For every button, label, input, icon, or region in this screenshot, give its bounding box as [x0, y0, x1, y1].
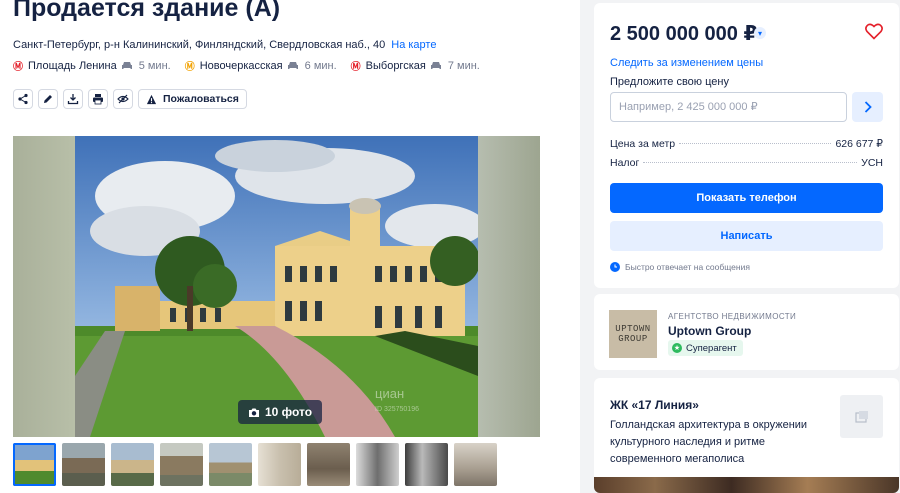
- download-icon: [67, 94, 79, 105]
- metro-time-text: 6 мин.: [304, 59, 337, 72]
- metro-time-text: 7 мин.: [447, 59, 480, 72]
- badge-label: Суперагент: [686, 342, 737, 354]
- dotted-leader: [643, 162, 858, 163]
- thumbnail[interactable]: [111, 443, 154, 486]
- agency-name[interactable]: Uptown Group: [668, 324, 751, 338]
- thumbnail[interactable]: [160, 443, 203, 486]
- complex-banner-image: [594, 477, 899, 493]
- row-value: 626 677 ₽: [835, 138, 883, 150]
- gallery-blur-right: [478, 136, 540, 437]
- thumbnail[interactable]: [307, 443, 350, 486]
- action-bar: Пожаловаться: [13, 89, 247, 109]
- agency-logo: UPTOWN GROUP: [609, 310, 657, 358]
- metro-time: 7 мин.: [430, 60, 480, 72]
- metro-icon: Ⓜ: [13, 62, 23, 73]
- thumbnail[interactable]: [258, 443, 301, 486]
- agency-logo-text: UPTOWN GROUP: [615, 324, 651, 344]
- address-text: Санкт-Петербург, р-н Калининский, Финлян…: [13, 39, 386, 51]
- heart-icon[interactable]: [865, 23, 883, 40]
- agency-type: АГЕНТСТВО НЕДВИЖИМОСТИ: [668, 312, 797, 321]
- photo-count-button[interactable]: 10 фото: [238, 400, 323, 424]
- printer-icon: [93, 94, 103, 105]
- offer-label: Предложите свою цену: [610, 76, 729, 88]
- metro-time: 5 мин.: [121, 60, 171, 72]
- address: Санкт-Петербург, р-н Калининский, Финлян…: [13, 39, 436, 51]
- complex-description: Голландская архитектура в окружении куль…: [610, 419, 808, 465]
- metro-time: 6 мин.: [287, 60, 337, 72]
- metro-name: Выборгская: [365, 59, 426, 72]
- warning-icon: [146, 94, 157, 104]
- thumbnail-strip: [13, 443, 503, 486]
- row-label: Цена за метр: [610, 138, 676, 150]
- superagent-badge: ★ Суперагент: [668, 340, 743, 356]
- tax-row: Налог УСН: [610, 157, 883, 169]
- fast-reply-note: Быстро отвечает на сообщения: [610, 262, 750, 272]
- watermark: циан: [375, 386, 404, 401]
- share-icon: [18, 93, 28, 105]
- metro-icon: Ⓜ: [184, 62, 195, 73]
- main-photo[interactable]: циан ID 325750196: [75, 136, 478, 437]
- show-phone-button[interactable]: Показать телефон: [610, 183, 883, 213]
- thumbnail[interactable]: [356, 443, 399, 486]
- complex-thumbnail[interactable]: [840, 395, 883, 438]
- download-button[interactable]: [63, 89, 83, 109]
- photo-gallery[interactable]: циан ID 325750196 10 фото: [13, 136, 540, 437]
- thumbnail[interactable]: [209, 443, 252, 486]
- price: 2 500 000 000 ₽: [610, 23, 758, 45]
- thumbnail[interactable]: [454, 443, 497, 486]
- price-history-chevron-icon[interactable]: ▾: [754, 27, 766, 39]
- gallery-blur-left: [13, 136, 75, 437]
- star-icon: ★: [672, 343, 682, 353]
- follow-price-link[interactable]: Следить за изменением цены: [610, 57, 763, 69]
- share-button[interactable]: [13, 89, 33, 109]
- camera-icon: [249, 408, 259, 417]
- complex-name[interactable]: ЖК «17 Линия»: [610, 398, 699, 412]
- listing-main: Продается здание (A) Санкт-Петербург, р-…: [0, 0, 580, 493]
- offer-submit-button[interactable]: [852, 92, 883, 122]
- car-icon: [121, 62, 132, 69]
- print-button[interactable]: [88, 89, 108, 109]
- chevron-right-icon: [864, 101, 872, 113]
- hide-button[interactable]: [113, 89, 133, 109]
- metro-station[interactable]: Ⓜ Новочеркасская 6 мин.: [184, 58, 337, 74]
- thumbnail[interactable]: [405, 443, 448, 486]
- complain-button[interactable]: Пожаловаться: [138, 89, 247, 109]
- clock-icon: [610, 262, 620, 272]
- thumbnail[interactable]: [13, 443, 56, 486]
- car-icon: [430, 62, 441, 69]
- write-message-button[interactable]: Написать: [610, 221, 883, 251]
- pencil-icon: [44, 95, 52, 103]
- metro-time-text: 5 мин.: [138, 59, 171, 72]
- metro-name: Новочеркасская: [199, 59, 283, 72]
- thumbnail[interactable]: [62, 443, 105, 486]
- metro-station[interactable]: Ⓜ Площадь Ленина 5 мин.: [13, 58, 171, 74]
- image-placeholder-icon: [854, 410, 868, 423]
- metro-name: Площадь Ленина: [28, 59, 117, 72]
- fast-reply-text: Быстро отвечает на сообщения: [625, 262, 750, 272]
- complex-card[interactable]: ЖК «17 Линия» Голландская архитектура в …: [594, 378, 899, 493]
- row-value: УСН: [861, 157, 883, 169]
- metro-list: Ⓜ Площадь Ленина 5 мин. Ⓜ Новочеркасская…: [13, 58, 494, 74]
- car-icon: [287, 62, 298, 69]
- metro-icon: Ⓜ: [350, 62, 361, 73]
- agency-card[interactable]: UPTOWN GROUP АГЕНТСТВО НЕДВИЖИМОСТИ Upto…: [594, 294, 899, 370]
- dotted-leader: [679, 143, 832, 144]
- map-link[interactable]: На карте: [391, 39, 436, 51]
- price-card: 2 500 000 000 ₽ ▾ Следить за изменением …: [594, 3, 899, 288]
- complain-label: Пожаловаться: [163, 93, 239, 105]
- edit-button[interactable]: [38, 89, 58, 109]
- watermark-id: ID 325750196: [375, 406, 419, 413]
- photo-count-label: 10 фото: [265, 405, 313, 419]
- eye-off-icon: [117, 94, 129, 104]
- row-label: Налог: [610, 157, 640, 169]
- offer-price-input[interactable]: [610, 92, 847, 122]
- metro-station[interactable]: Ⓜ Выборгская 7 мин.: [350, 58, 480, 74]
- page-title: Продается здание (A): [13, 0, 281, 22]
- price-per-meter-row: Цена за метр 626 677 ₽: [610, 138, 883, 150]
